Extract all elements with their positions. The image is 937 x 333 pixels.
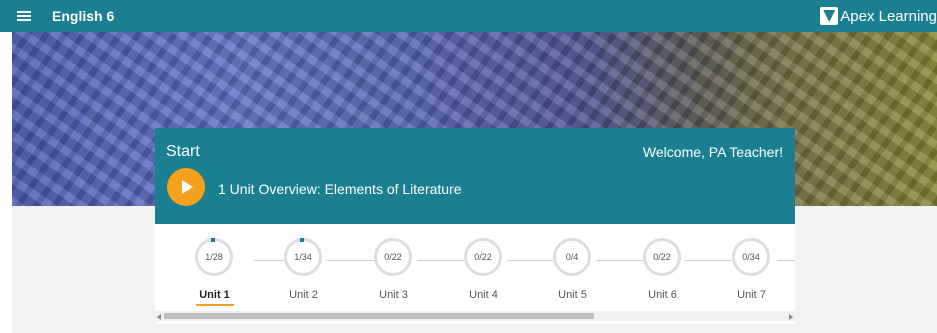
- horizontal-scrollbar[interactable]: [155, 311, 795, 321]
- unit-6[interactable]: 0/22 Unit 6: [634, 238, 694, 308]
- unit-label: Unit 7: [737, 289, 766, 301]
- apex-logo-icon: [820, 7, 839, 25]
- unit-progress-count: 1/28: [205, 252, 223, 262]
- unit-label: Unit 1: [199, 289, 230, 301]
- left-edge: [0, 0, 12, 333]
- unit-5[interactable]: 0/4 Unit 5: [544, 238, 604, 308]
- course-title: English 6: [52, 8, 115, 24]
- unit-3[interactable]: 0/22 Unit 3: [365, 238, 425, 308]
- welcome-message: Welcome, PA Teacher!: [642, 144, 783, 160]
- unit-label: Unit 6: [648, 289, 677, 301]
- active-underline: [196, 304, 234, 306]
- unit-progress-count: 0/22: [384, 252, 402, 262]
- unit-progress-count: 0/22: [653, 252, 671, 262]
- start-label: Start: [166, 143, 200, 160]
- unit-2[interactable]: 1/34 Unit 2: [275, 238, 335, 308]
- unit-progress-count: 1/34: [294, 252, 312, 262]
- unit-progress-count: 0/4: [565, 252, 579, 262]
- units-panel: 1/28 Unit 1 1/34 Unit 2 0/22 Unit 3 0/22…: [155, 224, 795, 324]
- scroll-left-arrow-icon[interactable]: [157, 314, 161, 320]
- unit-1[interactable]: 1/28 Unit 1: [186, 238, 246, 308]
- unit-label: Unit 5: [558, 289, 587, 301]
- scroll-right-arrow-icon[interactable]: [789, 314, 793, 320]
- scroll-thumb[interactable]: [164, 313, 594, 319]
- top-app-bar: English 6 Apex Learning: [0, 0, 937, 32]
- hamburger-menu-icon[interactable]: [17, 10, 31, 22]
- unit-label: Unit 4: [469, 289, 498, 301]
- start-card: Start Welcome, PA Teacher! 1 Unit Overvi…: [155, 128, 795, 224]
- current-lesson-link[interactable]: 1 Unit Overview: Elements of Literature: [218, 181, 462, 197]
- unit-4[interactable]: 0/22 Unit 4: [455, 238, 515, 308]
- unit-progress-count: 0/22: [474, 252, 492, 262]
- play-icon[interactable]: [167, 168, 205, 206]
- unit-label: Unit 3: [379, 289, 408, 301]
- brand-logo: Apex Learning: [820, 6, 937, 26]
- unit-label: Unit 2: [289, 289, 318, 301]
- unit-progress-count: 0/34: [742, 252, 760, 262]
- brand-name: Apex Learning: [840, 7, 937, 25]
- unit-7[interactable]: 0/34 Unit 7: [723, 238, 783, 308]
